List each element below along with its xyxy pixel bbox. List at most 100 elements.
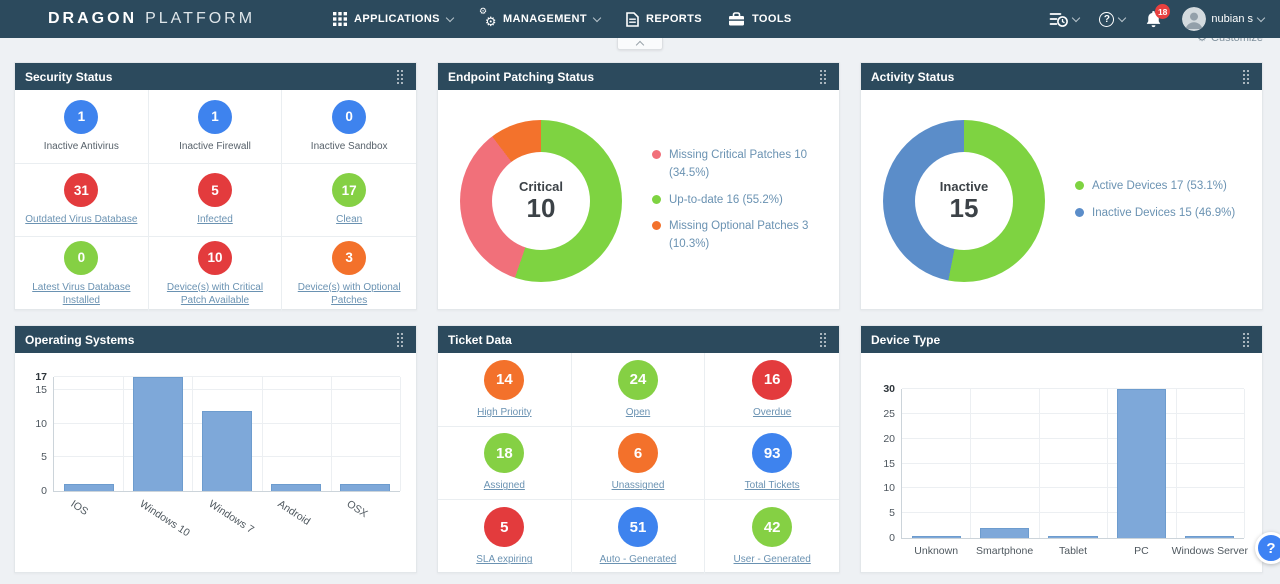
stat-circle[interactable]: 0 [332,100,366,134]
nav-reports[interactable]: REPORTS [626,12,702,27]
nav-tools[interactable]: TOOLS [728,12,792,26]
legend-item-missing-optional[interactable]: Missing Optional Patches 3 (10.3%) [652,218,827,254]
stat-link[interactable]: Infected [197,213,233,227]
stat-circle[interactable]: 31 [64,173,98,207]
gridline [1039,389,1040,538]
x-tick-label: Windows 7 [206,498,256,536]
drag-handle-icon[interactable] [394,67,406,87]
widget-header: Device Type [861,326,1262,353]
bar-ios [64,484,114,491]
bar-chart-operating-systems: 05101517IOSWindows 10Windows 7AndroidOSX [53,377,400,492]
gridline [54,389,400,390]
logo-secondary: PLATFORM [145,10,255,28]
stat-link[interactable]: Auto - Generated [600,553,677,567]
bar-windows-server [1185,536,1234,538]
drag-handle-icon[interactable] [817,330,829,350]
stat-circle[interactable]: 51 [618,507,658,547]
stat-circle[interactable]: 17 [332,173,366,207]
bar-smartphone [980,528,1029,538]
widget-security-status: Security Status 1 Inactive Antivirus 1 I… [14,62,417,310]
legend-label: Missing Optional Patches 3 (10.3%) [669,218,827,254]
legend-label: Inactive Devices 15 (46.9%) [1092,205,1235,223]
gridline [902,438,1244,439]
avatar [1182,7,1206,31]
drag-handle-icon[interactable] [1240,330,1252,350]
widget-body: Inactive 15 Active Devices 17 (53.1%) In… [861,90,1262,311]
drag-handle-icon[interactable] [817,67,829,87]
notifications-button[interactable]: 18 [1145,10,1162,28]
widget-ticket-data: Ticket Data 14 High Priority 24 Open 16 … [437,325,840,573]
stat-link[interactable]: Clean [336,213,362,227]
drag-handle-icon[interactable] [1240,67,1252,87]
stat-link[interactable]: Outdated Virus Database [25,213,137,227]
stat-label: Inactive Firewall [179,140,251,154]
stat-circle[interactable]: 10 [198,241,232,275]
nav-management[interactable]: ⚙⚙ MANAGEMENT [479,11,600,27]
stat-circle[interactable]: 16 [752,360,792,400]
y-tick-label: 15 [883,458,895,470]
stat-circle[interactable]: 0 [64,241,98,275]
legend-label: Missing Critical Patches 10 (34.5%) [669,147,827,183]
stat-circle[interactable]: 1 [64,100,98,134]
stat-circle[interactable]: 18 [484,433,524,473]
stat-circle[interactable]: 3 [332,241,366,275]
stat-link[interactable]: User - Generated [734,553,811,567]
stat-circle[interactable]: 1 [198,100,232,134]
stat-link[interactable]: Open [626,406,650,420]
stat-circle[interactable]: 42 [752,507,792,547]
gridline [123,377,124,491]
stat-link[interactable]: Assigned [484,479,525,493]
stat-optional-patch-devices: 3 Device(s) with Optional Patches [282,237,416,311]
x-tick-label: Android [276,498,313,528]
legend-item-inactive-devices[interactable]: Inactive Devices 15 (46.9%) [1075,205,1235,223]
widget-body: 051015202530UnknownSmartphoneTabletPCWin… [861,389,1262,584]
y-tick-label: 5 [889,507,895,519]
stat-link[interactable]: SLA expiring [476,553,532,567]
header-right: ? 18 nubian s [1049,7,1264,31]
stat-label: Inactive Sandbox [311,140,388,154]
stat-clean: 17 Clean [282,164,416,238]
bar-pc [1117,389,1166,538]
widget-header: Endpoint Patching Status [438,63,839,90]
legend-dot [1075,181,1084,190]
stat-circle[interactable]: 14 [484,360,524,400]
stat-circle[interactable]: 5 [198,173,232,207]
chart-legend: Active Devices 17 (53.1%) Inactive Devic… [1075,178,1235,223]
legend-item-up-to-date[interactable]: Up-to-date 16 (55.2%) [652,192,827,210]
bar-unknown [912,536,961,538]
nav-applications[interactable]: APPLICATIONS [333,12,453,26]
widget-body: Critical 10 Missing Critical Patches 10 … [438,90,839,311]
gridline [331,377,332,491]
app-logo[interactable]: DRAGON PLATFORM [48,10,255,28]
stat-link[interactable]: Overdue [753,406,791,420]
legend-item-missing-critical[interactable]: Missing Critical Patches 10 (34.5%) [652,147,827,183]
stat-link[interactable]: Device(s) with Optional Patches [288,281,410,308]
gridline [902,413,1244,414]
help-menu[interactable]: ? [1099,12,1125,27]
user-menu[interactable]: nubian s [1182,7,1264,31]
stat-link[interactable]: High Priority [477,406,531,420]
help-fab-button[interactable]: ? [1255,532,1280,564]
gridline [1107,389,1108,538]
y-tick-label: 25 [883,408,895,420]
stat-link[interactable]: Unassigned [612,479,665,493]
stat-link[interactable]: Latest Virus Database Installed [21,281,142,308]
gridline [400,377,401,491]
gridline [902,463,1244,464]
widget-title: Device Type [871,333,940,347]
collapse-panel-tab[interactable] [617,38,663,50]
stat-link[interactable]: Total Tickets [745,479,800,493]
stat-link[interactable]: Device(s) with Critical Patch Available [155,281,276,308]
stat-user-generated: 42 User - Generated [705,500,839,574]
widget-header: Operating Systems [15,326,416,353]
stat-circle[interactable]: 6 [618,433,658,473]
drag-handle-icon[interactable] [394,330,406,350]
stat-circle[interactable]: 5 [484,507,524,547]
stat-circle[interactable]: 24 [618,360,658,400]
stat-open: 24 Open [572,353,706,427]
legend-item-active-devices[interactable]: Active Devices 17 (53.1%) [1075,178,1235,196]
donut-chart-endpoint-patching: Critical 10 [460,120,622,282]
activity-log-menu[interactable] [1049,11,1079,28]
bar-windows-10 [133,377,183,491]
stat-circle[interactable]: 93 [752,433,792,473]
